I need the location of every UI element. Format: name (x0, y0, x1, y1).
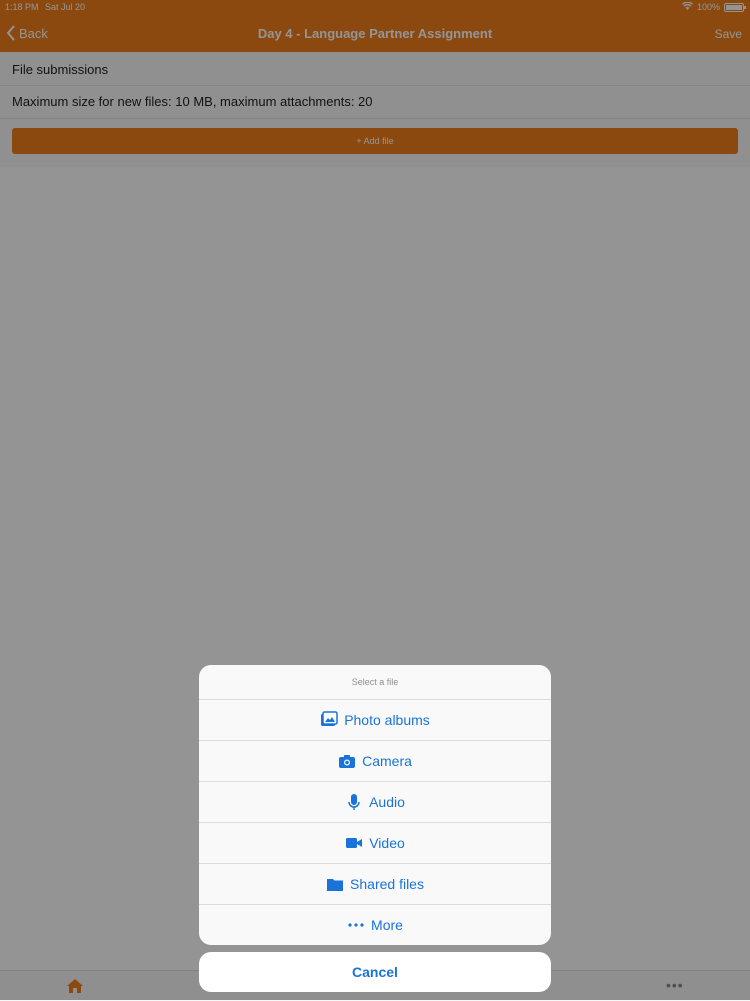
select-file-action-sheet: Select a file Photo albums Camera Audio … (199, 665, 551, 945)
more-option[interactable]: More (199, 905, 551, 945)
more-dots-icon (348, 923, 364, 927)
microphone-icon (348, 794, 360, 810)
folder-icon (327, 879, 344, 891)
option-label: More (371, 917, 403, 933)
camera-option[interactable]: Camera (199, 741, 551, 782)
option-label: Video (369, 835, 405, 851)
video-option[interactable]: Video (199, 823, 551, 864)
option-label: Shared files (350, 876, 424, 892)
audio-option[interactable]: Audio (199, 782, 551, 823)
shared-files-option[interactable]: Shared files (199, 864, 551, 905)
camera-icon (339, 755, 356, 768)
option-label: Camera (362, 753, 412, 769)
action-sheet-header: Select a file (199, 665, 551, 700)
cancel-button[interactable]: Cancel (199, 952, 551, 992)
option-label: Photo albums (344, 712, 430, 728)
video-icon (346, 838, 363, 848)
option-label: Audio (369, 794, 405, 810)
photo-albums-icon (321, 711, 338, 726)
photo-albums-option[interactable]: Photo albums (199, 700, 551, 741)
